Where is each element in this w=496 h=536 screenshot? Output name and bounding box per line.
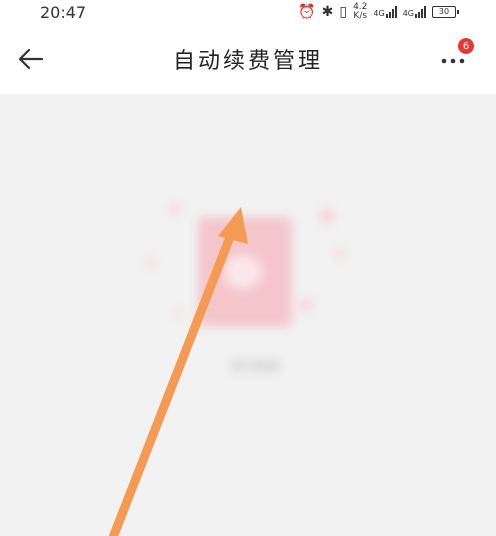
signal-bars-icon <box>385 6 397 18</box>
decor-dot <box>335 249 344 258</box>
status-icons: ⏰ ✱ ▯ 4.2 K/s 4G 4G 30 <box>298 3 459 21</box>
decor-dot <box>146 259 154 267</box>
more-button[interactable]: 6 <box>438 38 474 76</box>
empty-state: 暂无数据 <box>110 189 390 419</box>
decor-dot <box>170 204 180 214</box>
alarm-icon: ⏰ <box>298 4 316 20</box>
illustration-circle <box>224 255 262 289</box>
back-button[interactable] <box>16 44 46 74</box>
status-bar: 20:47 ⏰ ✱ ▯ 4.2 K/s 4G 4G 30 <box>0 0 496 24</box>
battery-icon: 30 <box>432 6 459 18</box>
vibrate-icon: ▯ <box>339 4 348 20</box>
network-type-1: 4G <box>373 9 385 18</box>
back-arrow-icon <box>18 48 44 70</box>
page-title: 自动续费管理 <box>172 49 323 74</box>
empty-state-text: 暂无数据 <box>230 359 279 373</box>
nav-bar: 自动续费管理 6 <box>0 24 496 94</box>
notification-badge: 6 <box>458 38 474 54</box>
net-speed-unit: K/s <box>353 11 368 21</box>
signal-bars-icon <box>415 6 426 18</box>
empty-illustration <box>198 217 292 327</box>
signal-2: 4G <box>403 6 426 18</box>
status-time: 20:47 <box>40 2 87 22</box>
content-area: 暂无数据 <box>0 94 496 536</box>
more-dots-icon <box>441 58 465 64</box>
bluetooth-icon: ✱ <box>321 4 334 20</box>
decor-dot <box>300 299 312 311</box>
network-type-2: 4G <box>402 9 414 18</box>
signal-1: 4G <box>373 6 397 18</box>
net-speed: 4.2 K/s <box>353 3 367 21</box>
decor-dot <box>175 309 182 316</box>
decor-dot <box>320 209 334 223</box>
